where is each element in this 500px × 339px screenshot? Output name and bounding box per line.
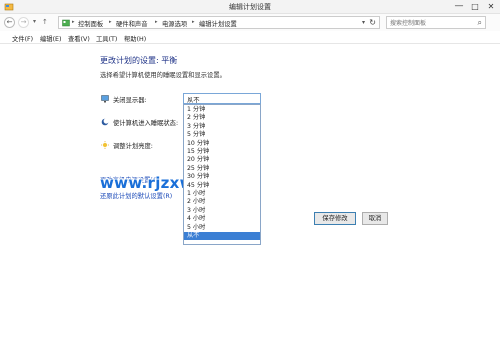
page-title: 更改计划的设置: 平衡 (100, 56, 178, 65)
moon-icon (101, 118, 109, 126)
window-title: 编辑计划设置 (229, 3, 271, 11)
breadcrumb-separator-icon: ▸ (72, 19, 75, 25)
menu-file[interactable]: 文件(F) (12, 34, 33, 43)
save-changes-button[interactable]: 保存修改 (314, 212, 356, 225)
search-box[interactable]: ⌕ (386, 16, 486, 29)
dropdown-option[interactable]: 5 分钟 (184, 131, 260, 139)
breadcrumb-separator-icon: ▸ (109, 19, 112, 25)
menu-bar: 文件(F) 编辑(E) 查看(V) 工具(T) 帮助(H) (0, 31, 500, 44)
dropdown-option[interactable]: 4 小时 (184, 215, 260, 223)
monitor-icon (101, 95, 109, 103)
breadcrumb[interactable]: ▸ 控制面板 ▸ 硬件和声音 ▸ 电源选项 ▸ 编辑计划设置 ▾ ↻ (58, 16, 380, 29)
back-arrow-icon: ← (6, 18, 13, 26)
brightness-label: 调整计划亮度: (113, 143, 153, 150)
main-content: 更改计划的设置: 平衡 选择希望计算机使用的睡眠设置和显示设置。 关闭显示器: … (0, 44, 500, 339)
address-dropdown-icon[interactable]: ▾ (362, 19, 365, 26)
menu-view[interactable]: 查看(V) (68, 34, 90, 43)
dropdown-option[interactable]: 5 小时 (184, 224, 260, 232)
dropdown-option[interactable]: 2 小时 (184, 198, 260, 206)
page-description: 选择希望计算机使用的睡眠设置和显示设置。 (100, 72, 226, 79)
breadcrumb-item[interactable]: 电源选项 (162, 19, 187, 28)
dropdown-option[interactable]: 3 分钟 (184, 123, 260, 131)
dropdown-option[interactable]: 3 小时 (184, 207, 260, 215)
turn-off-display-select[interactable]: 从不 ⌄ (183, 93, 261, 104)
maximize-button[interactable]: □ (468, 1, 482, 12)
back-button[interactable]: ← (4, 17, 15, 28)
forward-button[interactable]: → (18, 17, 29, 28)
chevron-down-icon: ⌄ (187, 94, 193, 101)
close-button[interactable]: ✕ (484, 1, 498, 12)
title-bar: 编辑计划设置 — □ ✕ (0, 0, 500, 14)
sleep-label: 使计算机进入睡眠状态: (113, 120, 179, 127)
up-arrow-icon[interactable]: ↑ (42, 18, 48, 26)
dropdown-option[interactable]: 10 分钟 (184, 140, 260, 148)
control-panel-icon (62, 19, 70, 27)
dropdown-option[interactable]: 25 分钟 (184, 165, 260, 173)
search-input[interactable] (390, 18, 470, 28)
dropdown-option[interactable]: 2 分钟 (184, 114, 260, 122)
breadcrumb-item[interactable]: 硬件和声音 (116, 19, 147, 28)
turn-off-display-dropdown: 1 分钟 2 分钟 3 分钟 5 分钟 10 分钟 15 分钟 20 分钟 25… (183, 104, 261, 245)
recent-pages-chevron-icon[interactable]: ▾ (33, 18, 36, 25)
dropdown-option[interactable]: 45 分钟 (184, 182, 260, 190)
refresh-icon[interactable]: ↻ (369, 18, 376, 27)
dropdown-option[interactable]: 30 分钟 (184, 173, 260, 181)
breadcrumb-separator-icon: ▸ (192, 19, 195, 25)
turn-off-display-label: 关闭显示器: (113, 97, 147, 104)
breadcrumb-separator-icon: ▸ (155, 19, 158, 25)
restore-defaults-link[interactable]: 还原此计划的默认设置(R) (100, 191, 172, 200)
menu-edit[interactable]: 编辑(E) (40, 34, 62, 43)
menu-tools[interactable]: 工具(T) (96, 34, 117, 43)
dropdown-option[interactable]: 20 分钟 (184, 156, 260, 164)
address-bar: ← → ▾ ↑ ▸ 控制面板 ▸ 硬件和声音 ▸ 电源选项 ▸ 编辑计划设置 ▾… (0, 14, 500, 31)
menu-help[interactable]: 帮助(H) (124, 34, 146, 43)
cancel-button[interactable]: 取消 (362, 212, 388, 225)
breadcrumb-item[interactable]: 编辑计划设置 (199, 19, 237, 28)
forward-arrow-icon: → (20, 18, 27, 26)
minimize-button[interactable]: — (452, 1, 466, 12)
sun-icon (101, 141, 109, 149)
search-icon[interactable]: ⌕ (478, 18, 482, 28)
dropdown-option-selected[interactable]: 从不 (184, 232, 260, 241)
breadcrumb-item[interactable]: 控制面板 (78, 19, 103, 28)
